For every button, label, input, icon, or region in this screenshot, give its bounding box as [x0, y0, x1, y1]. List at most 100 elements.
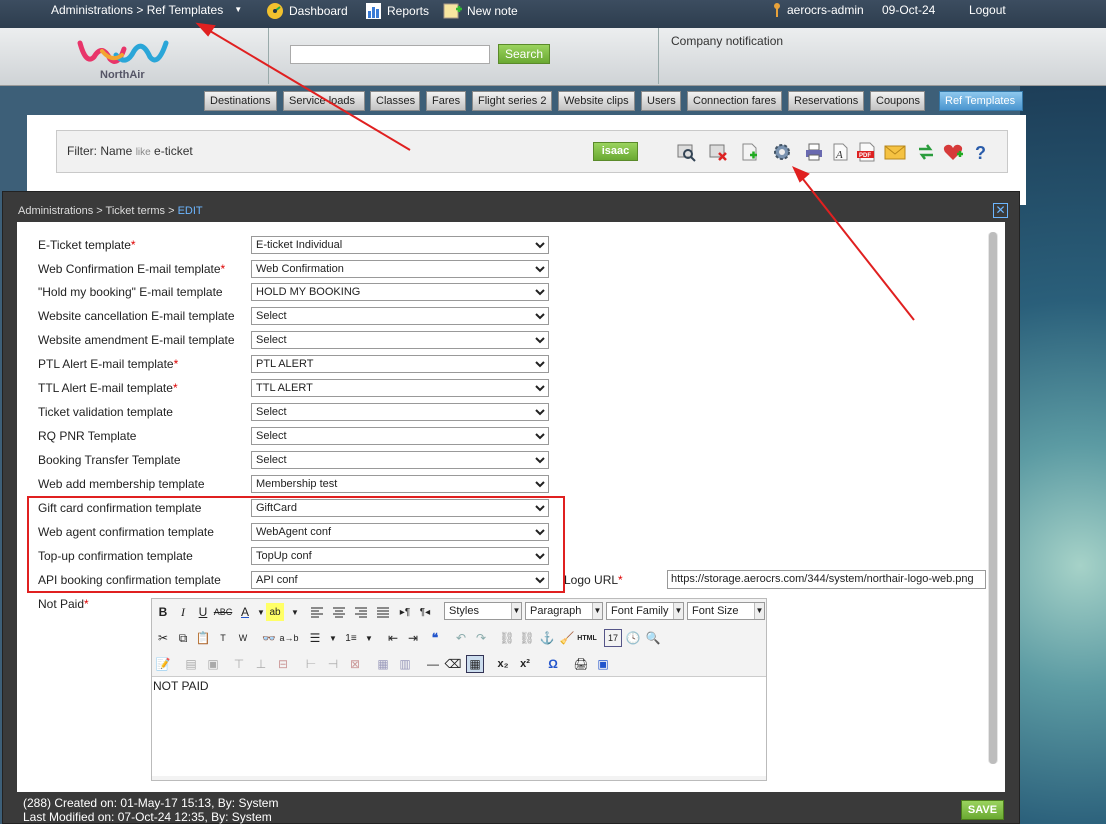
- insert-col-before-icon[interactable]: ⊢: [302, 655, 320, 673]
- remove-format-icon[interactable]: ⌫: [444, 655, 462, 673]
- font-family-select[interactable]: Font Family ▼: [606, 602, 684, 620]
- delete-row-icon[interactable]: ⊟: [274, 655, 292, 673]
- logout-link[interactable]: Logout: [969, 2, 1006, 18]
- booking-transfer-template-select[interactable]: Select: [251, 451, 549, 469]
- bold-icon[interactable]: B: [154, 603, 172, 621]
- tab-coupons[interactable]: Coupons: [870, 91, 925, 111]
- numbered-list-icon[interactable]: 1≡: [342, 629, 360, 647]
- find-icon[interactable]: 👓: [260, 629, 278, 647]
- font-size-select[interactable]: Font Size ▼: [687, 602, 765, 620]
- tab-users[interactable]: Users: [641, 91, 681, 111]
- tab-service-loads[interactable]: Service loads: [283, 91, 365, 111]
- split-cells-icon[interactable]: ▦: [374, 655, 392, 673]
- paste-icon[interactable]: 📋: [194, 629, 212, 647]
- copy-icon[interactable]: ⧉: [174, 629, 192, 647]
- anchor-icon[interactable]: ⚓: [538, 629, 556, 647]
- insert-time-icon[interactable]: 🕓: [624, 629, 642, 647]
- insert-row-after-icon[interactable]: ⊥: [252, 655, 270, 673]
- dashboard-link[interactable]: Dashboard: [266, 2, 348, 20]
- website-cancellation-template-select[interactable]: Select: [251, 307, 549, 325]
- tab-flight-series-2[interactable]: Flight series 2: [472, 91, 552, 111]
- editor-print-icon[interactable]: 🖨: [572, 655, 590, 673]
- justify-icon[interactable]: [374, 603, 392, 621]
- horizontal-rule-icon[interactable]: —: [424, 655, 442, 673]
- html-source-icon[interactable]: HTML: [577, 629, 596, 647]
- tab-classes[interactable]: Classes: [370, 91, 420, 111]
- favorite-icon[interactable]: [942, 141, 964, 163]
- ttl-alert-template-select[interactable]: TTL ALERT: [251, 379, 549, 397]
- settings-icon[interactable]: [771, 141, 793, 163]
- hold-booking-template-select[interactable]: HOLD MY BOOKING: [251, 283, 549, 301]
- user-menu[interactable]: aerocrs-admin: [772, 2, 864, 18]
- web-add-membership-template-select[interactable]: Membership test: [251, 475, 549, 493]
- align-center-icon[interactable]: [330, 603, 348, 621]
- strikethrough-icon[interactable]: ABC: [214, 603, 233, 621]
- paragraph-select[interactable]: Paragraph ▼: [525, 602, 603, 620]
- tab-fares[interactable]: Fares: [426, 91, 466, 111]
- chevron-down-icon[interactable]: ▼: [324, 629, 342, 647]
- search-input[interactable]: [290, 45, 490, 64]
- outdent-icon[interactable]: ⇤: [384, 629, 402, 647]
- table-row-props-icon[interactable]: ▤: [182, 655, 200, 673]
- new-note-link[interactable]: New note: [443, 2, 518, 20]
- rtl-icon[interactable]: ¶◂: [416, 603, 434, 621]
- cut-icon[interactable]: ✂: [154, 629, 172, 647]
- tab-connection-fares[interactable]: Connection fares: [687, 91, 782, 111]
- tab-ref-templates[interactable]: Ref Templates: [939, 91, 1023, 111]
- tab-destinations[interactable]: Destinations: [204, 91, 277, 111]
- link-icon[interactable]: ⛓: [498, 629, 516, 647]
- underline-icon[interactable]: U: [194, 603, 212, 621]
- insert-col-after-icon[interactable]: ⊣: [324, 655, 342, 673]
- ticket-validation-template-select[interactable]: Select: [251, 403, 549, 421]
- close-icon[interactable]: ✕: [993, 203, 1008, 218]
- refresh-icon[interactable]: [915, 141, 937, 163]
- delete-col-icon[interactable]: ⊠: [346, 655, 364, 673]
- add-icon[interactable]: [738, 141, 760, 163]
- print-icon[interactable]: [803, 141, 825, 163]
- cleanup-icon[interactable]: 🧹: [558, 629, 576, 647]
- paste-text-icon[interactable]: T: [214, 629, 232, 647]
- e-ticket-template-select[interactable]: E-ticket Individual: [251, 236, 549, 254]
- blockquote-icon[interactable]: ❝: [426, 629, 444, 647]
- logo-url-input[interactable]: https://storage.aerocrs.com/344/system/n…: [667, 570, 986, 589]
- rq-pnr-template-select[interactable]: Select: [251, 427, 549, 445]
- fullscreen-icon[interactable]: ▣: [594, 655, 612, 673]
- redo-icon[interactable]: ↷: [472, 629, 490, 647]
- insert-date-icon[interactable]: 17: [604, 629, 622, 647]
- italic-icon[interactable]: I: [174, 603, 192, 621]
- align-right-icon[interactable]: [352, 603, 370, 621]
- search-icon[interactable]: [675, 141, 697, 163]
- form-scrollbar[interactable]: [988, 232, 998, 764]
- preview-icon[interactable]: 🔍: [644, 629, 662, 647]
- ltr-icon[interactable]: ▸¶: [396, 603, 414, 621]
- web-confirmation-template-select[interactable]: Web Confirmation: [251, 260, 549, 278]
- website-amendment-template-select[interactable]: Select: [251, 331, 549, 349]
- email-icon[interactable]: [884, 141, 906, 163]
- tab-website-clips[interactable]: Website clips: [558, 91, 635, 111]
- chevron-down-icon[interactable]: ▼: [286, 603, 304, 621]
- editor-content[interactable]: NOT PAID: [152, 676, 766, 776]
- search-button[interactable]: Search: [498, 44, 550, 64]
- merge-cells-icon[interactable]: ▥: [396, 655, 414, 673]
- help-icon[interactable]: ?: [970, 141, 992, 163]
- styles-select[interactable]: Styles ▼: [444, 602, 522, 620]
- subscript-icon[interactable]: x₂: [494, 655, 512, 673]
- replace-icon[interactable]: a→b: [280, 629, 299, 647]
- highlight-color-icon[interactable]: ab: [266, 603, 284, 621]
- indent-icon[interactable]: ⇥: [404, 629, 422, 647]
- unlink-icon[interactable]: ⛓: [518, 629, 536, 647]
- align-left-icon[interactable]: [308, 603, 326, 621]
- table-cell-props-icon[interactable]: ▣: [204, 655, 222, 673]
- admin-breadcrumb-menu[interactable]: Administrations > Ref Templates ▼: [51, 2, 242, 18]
- visual-aid-icon[interactable]: 📝: [154, 655, 172, 673]
- tab-reservations[interactable]: Reservations: [788, 91, 864, 111]
- ptl-alert-template-select[interactable]: PTL ALERT: [251, 355, 549, 373]
- chevron-down-icon[interactable]: ▼: [360, 629, 378, 647]
- bullet-list-icon[interactable]: ☰: [306, 629, 324, 647]
- reports-link[interactable]: Reports: [365, 2, 429, 20]
- pdf-icon[interactable]: PDF: [856, 141, 878, 163]
- clear-filter-icon[interactable]: [707, 141, 729, 163]
- undo-icon[interactable]: ↶: [452, 629, 470, 647]
- font-icon[interactable]: A: [829, 141, 851, 163]
- insert-table-icon[interactable]: ▦: [466, 655, 484, 673]
